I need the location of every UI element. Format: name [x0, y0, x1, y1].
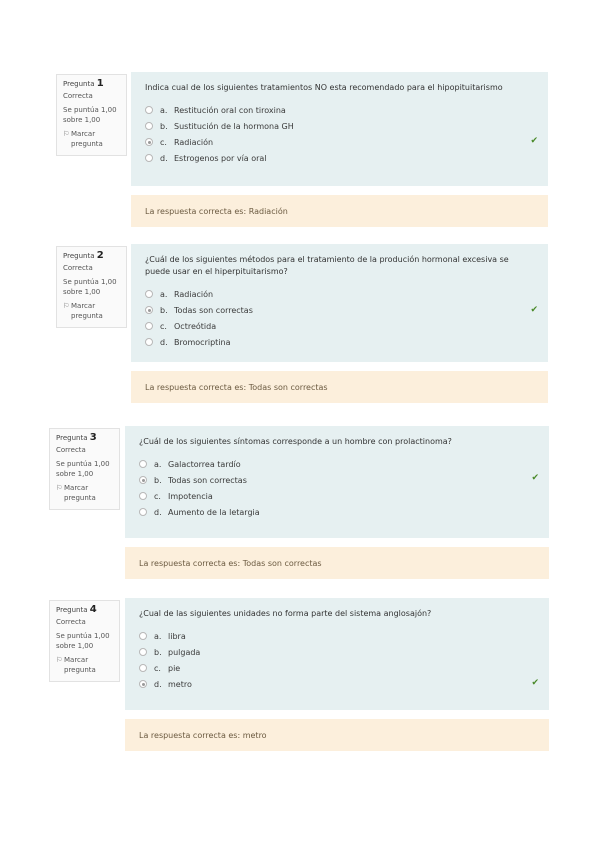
radio-icon[interactable]	[145, 154, 153, 162]
radio-icon[interactable]	[139, 476, 147, 484]
answer-list: a. Restitución oral con tiroxina b. Sustit…	[145, 102, 534, 166]
check-icon: ✔	[531, 473, 539, 483]
correct-answer-feedback: La respuesta correcta es: Todas son corr…	[125, 547, 549, 579]
radio-icon[interactable]	[139, 632, 147, 640]
answer-option[interactable]: d. Bromocriptina	[145, 334, 534, 350]
radio-icon[interactable]	[145, 290, 153, 298]
radio-icon[interactable]	[145, 306, 153, 314]
question-number: Pregunta 1	[63, 78, 104, 89]
question-info: Pregunta 3 Correcta Se puntúa 1,00 sobre…	[49, 428, 120, 510]
radio-icon[interactable]	[145, 322, 153, 330]
answer-option[interactable]: c. Impotencia	[139, 488, 535, 504]
answer-option-selected[interactable]: b. Todas son correctas	[145, 302, 534, 318]
radio-icon[interactable]	[145, 138, 153, 146]
question-text: ¿Cual de las siguientes unidades no form…	[139, 609, 432, 618]
question-text: ¿Cuál de los siguientes síntomas corresp…	[139, 437, 452, 446]
flag-question-button[interactable]: ⚐ Marcar pregunta	[56, 655, 114, 675]
correct-answer-feedback: La respuesta correcta es: metro	[125, 719, 549, 751]
question-formulation: ¿Cuál de los siguientes síntomas corresp…	[125, 426, 549, 538]
question-state: Correcta	[56, 618, 86, 626]
question-grade: Se puntúa 1,00 sobre 1,00	[56, 460, 110, 478]
answer-list: a. libra b. pulgada c. pie d. metro	[139, 628, 535, 692]
answer-option-selected[interactable]: b. Todas son correctas	[139, 472, 535, 488]
question-state: Correcta	[56, 446, 86, 454]
answer-option[interactable]: d. Estrogenos por vía oral	[145, 150, 534, 166]
answer-option[interactable]: b. pulgada	[139, 644, 535, 660]
answer-option[interactable]: d. Aumento de la letargia	[139, 504, 535, 520]
radio-icon[interactable]	[145, 338, 153, 346]
question-grade: Se puntúa 1,00 sobre 1,00	[56, 632, 110, 650]
question-info: Pregunta 4 Correcta Se puntúa 1,00 sobre…	[49, 600, 120, 682]
answer-option[interactable]: a. Radiación	[145, 286, 534, 302]
answer-option[interactable]: a. Restitución oral con tiroxina	[145, 102, 534, 118]
radio-icon[interactable]	[139, 648, 147, 656]
check-icon: ✔	[530, 136, 538, 146]
answer-option[interactable]: b. Sustitución de la hormona GH	[145, 118, 534, 134]
answer-option[interactable]: c. pie	[139, 660, 535, 676]
question-text: Indica cual de los siguientes tratamient…	[145, 83, 503, 92]
question-grade: Se puntúa 1,00 sobre 1,00	[63, 278, 117, 296]
answer-option-selected[interactable]: c. Radiación	[145, 134, 534, 150]
radio-icon[interactable]	[139, 460, 147, 468]
answer-option[interactable]: c. Octreótida	[145, 318, 534, 334]
correct-answer-feedback: La respuesta correcta es: Todas son corr…	[131, 371, 548, 403]
radio-icon[interactable]	[145, 122, 153, 130]
question-info: Pregunta 2 Correcta Se puntúa 1,00 sobre…	[56, 246, 127, 328]
flag-question-button[interactable]: ⚐ Marcar pregunta	[56, 483, 114, 503]
answer-option[interactable]: a. libra	[139, 628, 535, 644]
question-number: Pregunta 2	[63, 250, 104, 261]
flag-question-button[interactable]: ⚐ Marcar pregunta	[63, 129, 121, 149]
radio-icon[interactable]	[139, 492, 147, 500]
question-formulation: ¿Cual de las siguientes unidades no form…	[125, 598, 549, 710]
question-number: Pregunta 4	[56, 604, 97, 615]
question-state: Correcta	[63, 92, 93, 100]
flag-icon: ⚐	[56, 656, 63, 664]
flag-icon: ⚐	[63, 130, 70, 138]
flag-question-button[interactable]: ⚐ Marcar pregunta	[63, 301, 121, 321]
answer-option-selected[interactable]: d. metro	[139, 676, 535, 692]
radio-icon[interactable]	[145, 106, 153, 114]
radio-icon[interactable]	[139, 508, 147, 516]
radio-icon[interactable]	[139, 680, 147, 688]
question-number: Pregunta 3	[56, 432, 97, 443]
answer-list: a. Galactorrea tardío b. Todas son correct…	[139, 456, 535, 520]
correct-answer-feedback: La respuesta correcta es: Radiación	[131, 195, 548, 227]
check-icon: ✔	[531, 678, 539, 688]
answer-option[interactable]: a. Galactorrea tardío	[139, 456, 535, 472]
question-formulation: ¿Cuál de los siguientes métodos para el …	[131, 244, 548, 362]
question-grade: Se puntúa 1,00 sobre 1,00	[63, 106, 117, 124]
flag-icon: ⚐	[63, 302, 70, 310]
question-text: ¿Cuál de los siguientes métodos para el …	[145, 255, 509, 276]
answer-list: a. Radiación b. Todas son correctas c. Octr…	[145, 286, 534, 350]
radio-icon[interactable]	[139, 664, 147, 672]
question-state: Correcta	[63, 264, 93, 272]
question-formulation: Indica cual de los siguientes tratamient…	[131, 72, 548, 186]
flag-icon: ⚐	[56, 484, 63, 492]
check-icon: ✔	[530, 305, 538, 315]
question-info: Pregunta 1 Correcta Se puntúa 1,00 sobre…	[56, 74, 127, 156]
